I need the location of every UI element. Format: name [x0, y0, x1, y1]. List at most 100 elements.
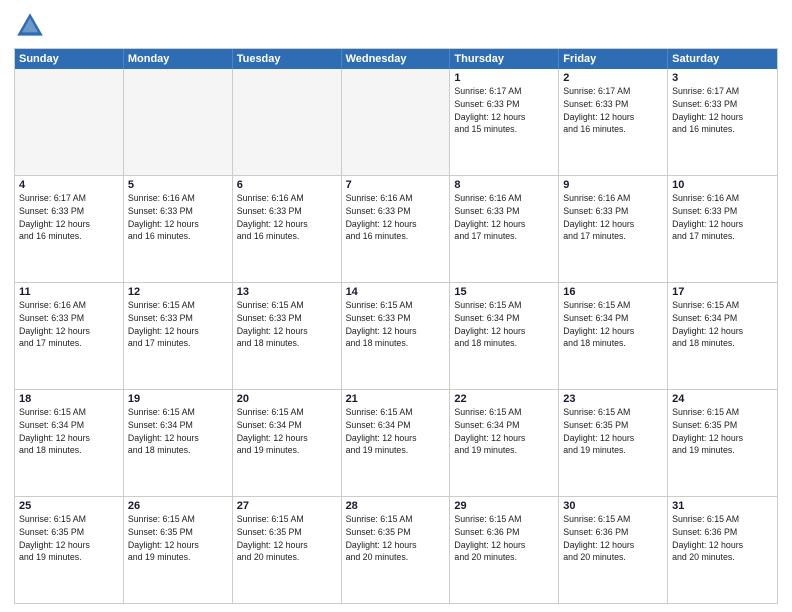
day-info: Sunrise: 6:15 AM Sunset: 6:35 PM Dayligh…	[237, 513, 337, 564]
day-number: 8	[454, 179, 554, 191]
calendar-row-2: 4Sunrise: 6:17 AM Sunset: 6:33 PM Daylig…	[15, 176, 777, 283]
day-number: 1	[454, 72, 554, 84]
day-number: 13	[237, 286, 337, 298]
day-info: Sunrise: 6:15 AM Sunset: 6:33 PM Dayligh…	[346, 299, 446, 350]
calendar-cell-10: 10Sunrise: 6:16 AM Sunset: 6:33 PM Dayli…	[668, 176, 777, 282]
header-day-tuesday: Tuesday	[233, 49, 342, 69]
calendar-cell-3: 3Sunrise: 6:17 AM Sunset: 6:33 PM Daylig…	[668, 69, 777, 175]
calendar-cell-12: 12Sunrise: 6:15 AM Sunset: 6:33 PM Dayli…	[124, 283, 233, 389]
day-number: 26	[128, 500, 228, 512]
header-day-thursday: Thursday	[450, 49, 559, 69]
day-number: 17	[672, 286, 773, 298]
logo-icon	[14, 10, 46, 42]
day-info: Sunrise: 6:16 AM Sunset: 6:33 PM Dayligh…	[346, 192, 446, 243]
day-number: 3	[672, 72, 773, 84]
header-day-monday: Monday	[124, 49, 233, 69]
calendar-cell-15: 15Sunrise: 6:15 AM Sunset: 6:34 PM Dayli…	[450, 283, 559, 389]
day-info: Sunrise: 6:17 AM Sunset: 6:33 PM Dayligh…	[672, 85, 773, 136]
calendar-cell-empty-3	[342, 69, 451, 175]
calendar-cell-31: 31Sunrise: 6:15 AM Sunset: 6:36 PM Dayli…	[668, 497, 777, 603]
day-info: Sunrise: 6:15 AM Sunset: 6:34 PM Dayligh…	[128, 406, 228, 457]
day-number: 20	[237, 393, 337, 405]
day-number: 4	[19, 179, 119, 191]
day-info: Sunrise: 6:15 AM Sunset: 6:35 PM Dayligh…	[563, 406, 663, 457]
calendar-cell-26: 26Sunrise: 6:15 AM Sunset: 6:35 PM Dayli…	[124, 497, 233, 603]
calendar-cell-9: 9Sunrise: 6:16 AM Sunset: 6:33 PM Daylig…	[559, 176, 668, 282]
calendar-cell-4: 4Sunrise: 6:17 AM Sunset: 6:33 PM Daylig…	[15, 176, 124, 282]
day-info: Sunrise: 6:16 AM Sunset: 6:33 PM Dayligh…	[672, 192, 773, 243]
day-number: 28	[346, 500, 446, 512]
day-info: Sunrise: 6:16 AM Sunset: 6:33 PM Dayligh…	[454, 192, 554, 243]
day-info: Sunrise: 6:15 AM Sunset: 6:33 PM Dayligh…	[237, 299, 337, 350]
calendar-row-4: 18 Sunrise: 6:15 AM Sunset: 6:34 PM Dayli…	[15, 390, 777, 497]
calendar-cell-21: 21Sunrise: 6:15 AM Sunset: 6:34 PM Dayli…	[342, 390, 451, 496]
day-info: Sunrise: 6:15 AM Sunset: 6:34 PM Dayligh…	[237, 406, 337, 457]
day-number: 7	[346, 179, 446, 191]
calendar-cell-29: 29Sunrise: 6:15 AM Sunset: 6:36 PM Dayli…	[450, 497, 559, 603]
day-info: Sunrise: 6:15 AM Sunset: 6:35 PM Dayligh…	[672, 406, 773, 457]
day-info: Sunrise: 6:17 AM Sunset: 6:33 PM Dayligh…	[454, 85, 554, 136]
day-info: Sunrise: 6:15 AM Sunset: 6:34 PM Dayligh…	[563, 299, 663, 350]
calendar-cell-2: 2Sunrise: 6:17 AM Sunset: 6:33 PM Daylig…	[559, 69, 668, 175]
day-number: 15	[454, 286, 554, 298]
day-number: 25	[19, 500, 119, 512]
day-number: 5	[128, 179, 228, 191]
day-info: Sunrise: 6:16 AM Sunset: 6:33 PM Dayligh…	[19, 299, 119, 350]
day-info: Sunrise: 6:17 AM Sunset: 6:33 PM Dayligh…	[19, 192, 119, 243]
calendar-cell-17: 17Sunrise: 6:15 AM Sunset: 6:34 PM Dayli…	[668, 283, 777, 389]
logo	[14, 10, 50, 42]
calendar-row-5: 25Sunrise: 6:15 AM Sunset: 6:35 PM Dayli…	[15, 497, 777, 603]
calendar-cell-7: 7Sunrise: 6:16 AM Sunset: 6:33 PM Daylig…	[342, 176, 451, 282]
day-number: 9	[563, 179, 663, 191]
day-number: 31	[672, 500, 773, 512]
day-info: Sunrise: 6:16 AM Sunset: 6:33 PM Dayligh…	[128, 192, 228, 243]
calendar-cell-empty-0	[15, 69, 124, 175]
calendar-cell-16: 16Sunrise: 6:15 AM Sunset: 6:34 PM Dayli…	[559, 283, 668, 389]
header-day-friday: Friday	[559, 49, 668, 69]
calendar-cell-empty-2	[233, 69, 342, 175]
calendar-cell-24: 24Sunrise: 6:15 AM Sunset: 6:35 PM Dayli…	[668, 390, 777, 496]
calendar-cell-18: 18Sunrise: 6:15 AM Sunset: 6:34 PM Dayli…	[15, 390, 124, 496]
header-day-sunday: Sunday	[15, 49, 124, 69]
day-number: 10	[672, 179, 773, 191]
day-info: Sunrise: 6:15 AM Sunset: 6:34 PM Dayligh…	[454, 299, 554, 350]
calendar-cell-28: 28Sunrise: 6:15 AM Sunset: 6:35 PM Dayli…	[342, 497, 451, 603]
calendar-cell-22: 22Sunrise: 6:15 AM Sunset: 6:34 PM Dayli…	[450, 390, 559, 496]
day-info: Sunrise: 6:15 AM Sunset: 6:36 PM Dayligh…	[563, 513, 663, 564]
calendar-cell-5: 5Sunrise: 6:16 AM Sunset: 6:33 PM Daylig…	[124, 176, 233, 282]
day-number: 21	[346, 393, 446, 405]
day-number: 29	[454, 500, 554, 512]
calendar-cell-23: 23Sunrise: 6:15 AM Sunset: 6:35 PM Dayli…	[559, 390, 668, 496]
calendar: SundayMondayTuesdayWednesdayThursdayFrid…	[14, 48, 778, 604]
day-info: Sunrise: 6:16 AM Sunset: 6:33 PM Dayligh…	[563, 192, 663, 243]
header	[14, 10, 778, 42]
day-number: 22	[454, 393, 554, 405]
calendar-cell-11: 11Sunrise: 6:16 AM Sunset: 6:33 PM Dayli…	[15, 283, 124, 389]
day-info: Sunrise: 6:15 AM Sunset: 6:35 PM Dayligh…	[128, 513, 228, 564]
day-info: Sunrise: 6:15 AM Sunset: 6:34 PM Dayligh…	[454, 406, 554, 457]
day-info: Sunrise: 6:15 AM Sunset: 6:35 PM Dayligh…	[346, 513, 446, 564]
calendar-row-1: 1Sunrise: 6:17 AM Sunset: 6:33 PM Daylig…	[15, 69, 777, 176]
page: SundayMondayTuesdayWednesdayThursdayFrid…	[0, 0, 792, 612]
calendar-cell-empty-1	[124, 69, 233, 175]
calendar-cell-1: 1Sunrise: 6:17 AM Sunset: 6:33 PM Daylig…	[450, 69, 559, 175]
calendar-cell-8: 8Sunrise: 6:16 AM Sunset: 6:33 PM Daylig…	[450, 176, 559, 282]
header-day-saturday: Saturday	[668, 49, 777, 69]
day-number: 19	[128, 393, 228, 405]
calendar-header: SundayMondayTuesdayWednesdayThursdayFrid…	[15, 49, 777, 69]
day-number: 6	[237, 179, 337, 191]
day-info: Sunrise: 6:17 AM Sunset: 6:33 PM Dayligh…	[563, 85, 663, 136]
day-info: Sunrise: 6:15 AM Sunset: 6:36 PM Dayligh…	[672, 513, 773, 564]
calendar-body: 1Sunrise: 6:17 AM Sunset: 6:33 PM Daylig…	[15, 69, 777, 603]
day-number: 23	[563, 393, 663, 405]
day-number: 18	[19, 393, 119, 405]
day-number: 27	[237, 500, 337, 512]
day-number: 2	[563, 72, 663, 84]
calendar-cell-25: 25Sunrise: 6:15 AM Sunset: 6:35 PM Dayli…	[15, 497, 124, 603]
day-number: 30	[563, 500, 663, 512]
day-info: Sunrise: 6:15 AM Sunset: 6:35 PM Dayligh…	[19, 513, 119, 564]
header-day-wednesday: Wednesday	[342, 49, 451, 69]
day-number: 11	[19, 286, 119, 298]
day-info: Sunrise: 6:15 AM Sunset: 6:33 PM Dayligh…	[128, 299, 228, 350]
day-info: Sunrise: 6:16 AM Sunset: 6:33 PM Dayligh…	[237, 192, 337, 243]
